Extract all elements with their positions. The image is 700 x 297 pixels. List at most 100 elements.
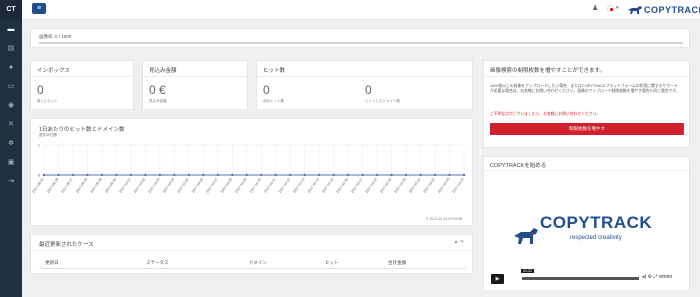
data-point xyxy=(462,173,466,177)
data-point xyxy=(42,173,46,177)
x-tick-label: 2017-10-22 xyxy=(423,177,436,194)
y-tick-label: 1 xyxy=(38,143,41,148)
hits-chart-panel: 1日あたりのヒット数とドメイン数 過去30日間 1 0 2017-09-25 2017… xyxy=(30,118,473,226)
data-point xyxy=(100,173,104,177)
video-logo-text: COPYTRACK xyxy=(540,213,653,232)
x-tick-label: 2017-10-19 xyxy=(379,177,392,194)
hits-card[interactable]: ヒット数 0 合計ヒット数 0 ヒットしたドメイン数 xyxy=(256,60,473,110)
x-tick-label: 2017-10-21 xyxy=(408,177,421,194)
data-point xyxy=(129,173,133,177)
x-tick-label: 2017-10-17 xyxy=(350,177,363,194)
revenue-value: 0 € xyxy=(149,83,166,97)
video-progress-track[interactable] xyxy=(522,277,639,280)
copytrack-logo[interactable]: COPYTRACK xyxy=(627,2,700,18)
data-point xyxy=(216,173,219,177)
promo-title: 画像検索の制限枚数を増やすことができます。 xyxy=(490,68,605,74)
column-header-total[interactable]: 合計金額 xyxy=(388,260,406,266)
data-point xyxy=(274,173,277,177)
data-point xyxy=(71,173,75,177)
column-header-updated[interactable]: 更新日 xyxy=(45,260,59,266)
total-hits-sublabel: 合計ヒット数 xyxy=(263,99,284,103)
revenue-sublabel: 見込み金額 xyxy=(149,99,167,103)
language-flag-icon[interactable] xyxy=(607,5,614,12)
inbox-sublabel: 新しいヒット xyxy=(37,99,58,103)
data-point xyxy=(57,173,60,177)
x-tick-label: 2017-10-02 xyxy=(133,177,146,194)
topbar: ≡ ♟ ▾ COPYTRACK xyxy=(22,0,700,20)
box-icon[interactable]: ▣ xyxy=(0,153,22,172)
recent-cases-title: 最近更新されたケース xyxy=(39,242,94,248)
hits-title: ヒット数 xyxy=(263,68,286,74)
data-point xyxy=(433,173,437,177)
column-header-domain[interactable]: ドメイン xyxy=(249,260,267,266)
video-time: 01:33 xyxy=(521,269,534,273)
data-point xyxy=(448,173,451,177)
hits-line-chart: 102017-09-25 2017-09-26 2017-09-27 2017-09-… xyxy=(32,143,466,194)
data-point xyxy=(375,173,379,177)
x-tick-label: 2017-10-03 xyxy=(147,177,160,194)
inbox-card[interactable]: インボックス 0 新しいヒット xyxy=(30,60,134,110)
divider xyxy=(31,76,133,77)
x-tick-label: 2017-10-05 xyxy=(176,177,189,194)
eye-icon[interactable]: ◉ xyxy=(0,96,22,115)
chart-title: 1日あたりのヒット数とドメイン数 xyxy=(39,127,125,133)
dog-logo-icon xyxy=(514,228,538,244)
x-tick-label: 2017-09-27 xyxy=(61,177,74,194)
video-tagline: respected creativity xyxy=(570,235,622,241)
increase-limit-button[interactable]: 制限枚数を増やす xyxy=(490,123,684,135)
revenue-title: 見込み金額 xyxy=(149,68,177,74)
panel-collapse-close-icons[interactable]: ▲ ✕ xyxy=(453,239,464,245)
dashboard-icon[interactable]: ▬ xyxy=(0,20,22,39)
x-tick-label: 2017-10-04 xyxy=(162,177,175,194)
data-point xyxy=(260,173,263,177)
x-tick-label: 2017-10-10 xyxy=(249,177,262,194)
data-point xyxy=(245,173,248,177)
data-point xyxy=(86,173,89,177)
x-tick-label: 2017-09-29 xyxy=(90,177,103,194)
document-icon[interactable]: ▤ xyxy=(0,39,22,58)
video-controls[interactable]: ◂) ⚙ ⤢ vimeo xyxy=(642,274,672,280)
data-point xyxy=(390,173,393,177)
user-menu-icon[interactable]: ♟ xyxy=(592,4,598,12)
data-point xyxy=(202,173,205,177)
video-player[interactable]: COPYTRACK respected creativity 01:33 ▶ ◂… xyxy=(484,171,689,290)
play-button[interactable]: ▶ xyxy=(491,274,504,284)
x-tick-label: 2017-10-07 xyxy=(205,177,218,194)
x-tick-label: 2017-09-30 xyxy=(104,177,117,194)
image-quota-bar xyxy=(39,42,683,44)
data-point xyxy=(332,173,335,177)
data-point xyxy=(144,173,147,177)
x-tick-label: 2017-10-20 xyxy=(394,177,407,194)
column-header-status[interactable]: ステータス xyxy=(146,260,169,266)
logout-icon[interactable]: ⇥ xyxy=(0,172,22,191)
data-point xyxy=(317,173,321,177)
x-tick-label: 2017-10-11 xyxy=(263,177,276,193)
hit-domains-value: 0 xyxy=(365,83,372,97)
x-tick-label: 2017-10-16 xyxy=(336,177,349,194)
sidebar-brand[interactable]: CT xyxy=(0,0,22,20)
inbox-value: 0 xyxy=(37,83,44,97)
chevron-down-icon[interactable]: ▾ xyxy=(616,5,619,11)
tools-icon[interactable]: ✕ xyxy=(0,115,22,134)
y-tick-label: 0 xyxy=(38,173,41,178)
contact-link[interactable]: ご不明な点がございましたら、お気軽にお問い合わせください。 xyxy=(490,112,680,117)
user-icon[interactable]: ● xyxy=(0,58,22,77)
hit-domains-sublabel: ヒットしたドメイン数 xyxy=(365,99,400,103)
menu-toggle-button[interactable]: ≡ xyxy=(32,3,46,14)
x-tick-label: 2017-09-26 xyxy=(46,177,59,194)
gear-icon[interactable]: ✻ xyxy=(0,134,22,153)
chart-timestamp: © 2017-10-24 07:53:06 xyxy=(425,217,462,221)
x-tick-label: 2017-10-23 xyxy=(437,177,450,194)
increase-limit-panel: 画像検索の制限枚数を増やすことができます。 1000枚以上の画像をアップロードし… xyxy=(483,60,690,148)
data-point xyxy=(231,173,234,177)
data-point xyxy=(346,173,350,177)
data-point xyxy=(173,173,176,177)
image-quota-panel: 画像枠: 0 / 1000 xyxy=(30,28,690,48)
x-tick-label: 2017-10-15 xyxy=(321,177,334,194)
data-point xyxy=(404,173,408,177)
divider xyxy=(31,250,472,251)
revenue-card[interactable]: 見込み金額 0 € 見込み金額 xyxy=(142,60,248,110)
total-hits-value: 0 xyxy=(263,83,270,97)
inbox-icon[interactable]: ▭ xyxy=(0,77,22,96)
column-header-hits[interactable]: ヒット xyxy=(325,260,339,266)
